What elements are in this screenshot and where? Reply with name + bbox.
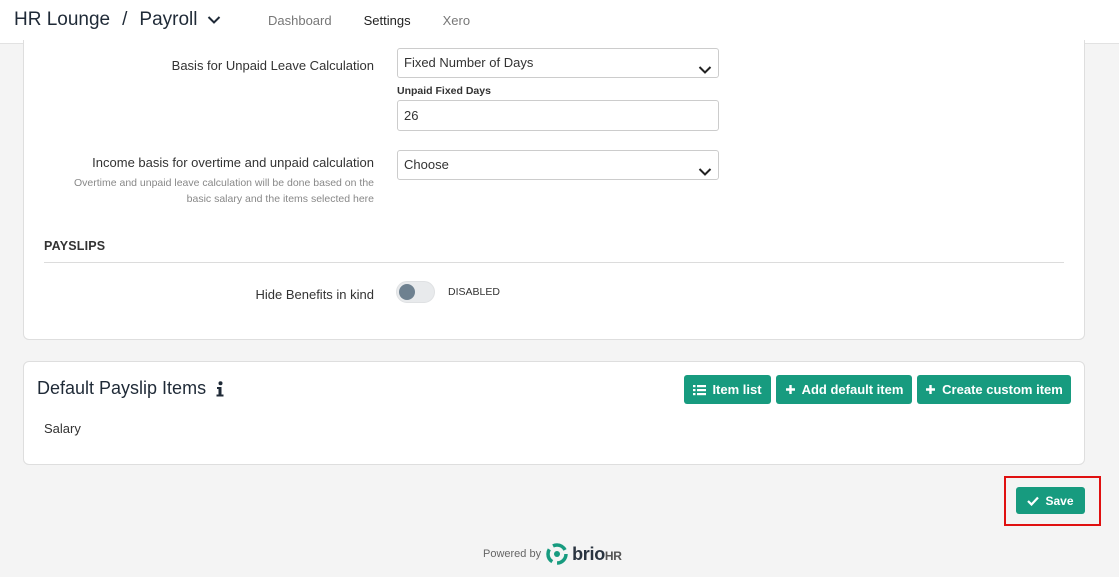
default-items-title: Default Payslip Items	[37, 378, 207, 398]
breadcrumb-separator: /	[122, 9, 128, 30]
briohr-logo-icon	[546, 543, 568, 565]
tab-settings[interactable]: Settings	[347, 0, 427, 44]
hide-benefits-toggle[interactable]	[396, 281, 435, 303]
payslip-item: Salary	[44, 421, 81, 436]
income-basis-value: Choose	[404, 157, 449, 172]
default-payslip-items-card: Default Payslip Items Item list Add defa…	[23, 361, 1085, 465]
item-list-label: Item list	[712, 382, 762, 397]
add-default-item-button[interactable]: Add default item	[776, 375, 912, 404]
brand-suffix: HR	[604, 548, 622, 563]
save-button[interactable]: Save	[1016, 487, 1085, 514]
powered-by-text: Powered by	[483, 548, 542, 560]
income-basis-help-line2: basic salary and the items selected here	[186, 193, 374, 205]
item-list-button[interactable]: Item list	[684, 375, 771, 404]
module-name[interactable]: Payroll	[139, 9, 197, 31]
unpaid-days-input[interactable]: 26	[397, 100, 719, 131]
briohr-logo-text: brioHR	[572, 544, 622, 565]
add-default-item-label: Add default item	[801, 382, 904, 397]
create-custom-item-label: Create custom item	[942, 382, 1063, 397]
payroll-settings-card: Basis for Unpaid Leave Calculation Fixed…	[23, 40, 1085, 340]
income-basis-help-line1: Overtime and unpaid leave calculation wi…	[73, 177, 374, 189]
module-tabs: Dashboard Settings Xero	[252, 0, 486, 44]
list-icon	[693, 384, 707, 396]
plus-icon	[925, 384, 936, 395]
income-basis-help: Overtime and unpaid leave calculation wi…	[34, 175, 374, 207]
tab-dashboard[interactable]: Dashboard	[252, 0, 348, 44]
check-icon	[1027, 496, 1040, 506]
chevron-down-icon	[698, 159, 712, 187]
briohr-logo: brioHR	[546, 543, 622, 565]
default-items-title-row: Default Payslip Items	[37, 378, 224, 399]
payslips-section-title: PAYSLIPS	[44, 239, 106, 253]
toggle-knob	[399, 284, 415, 300]
top-bar: HR Lounge / Payroll Dashboard Settings X…	[0, 0, 1119, 44]
income-basis-select[interactable]: Choose	[397, 150, 719, 180]
plus-icon	[785, 384, 796, 395]
unpaid-basis-value: Fixed Number of Days	[404, 55, 534, 70]
create-custom-item-button[interactable]: Create custom item	[917, 375, 1071, 404]
income-basis-label: Income basis for overtime and unpaid cal…	[92, 155, 374, 170]
save-label: Save	[1045, 493, 1074, 508]
footer: Powered by brioHR	[483, 543, 622, 565]
breadcrumb: HR Lounge / Payroll	[14, 9, 221, 31]
hide-benefits-label: Hide Benefits in kind	[255, 287, 374, 302]
unpaid-basis-label: Basis for Unpaid Leave Calculation	[171, 58, 374, 73]
chevron-down-icon	[698, 57, 712, 85]
unpaid-basis-select[interactable]: Fixed Number of Days	[397, 48, 719, 78]
chevron-down-icon[interactable]	[207, 15, 221, 25]
hide-benefits-status: DISABLED	[448, 286, 500, 298]
info-icon[interactable]	[216, 380, 224, 397]
unpaid-days-label: Unpaid Fixed Days	[397, 85, 491, 97]
tab-xero[interactable]: Xero	[427, 0, 486, 44]
brand-name: brio	[572, 543, 605, 564]
company-name[interactable]: HR Lounge	[14, 9, 110, 31]
section-divider	[44, 262, 1064, 263]
